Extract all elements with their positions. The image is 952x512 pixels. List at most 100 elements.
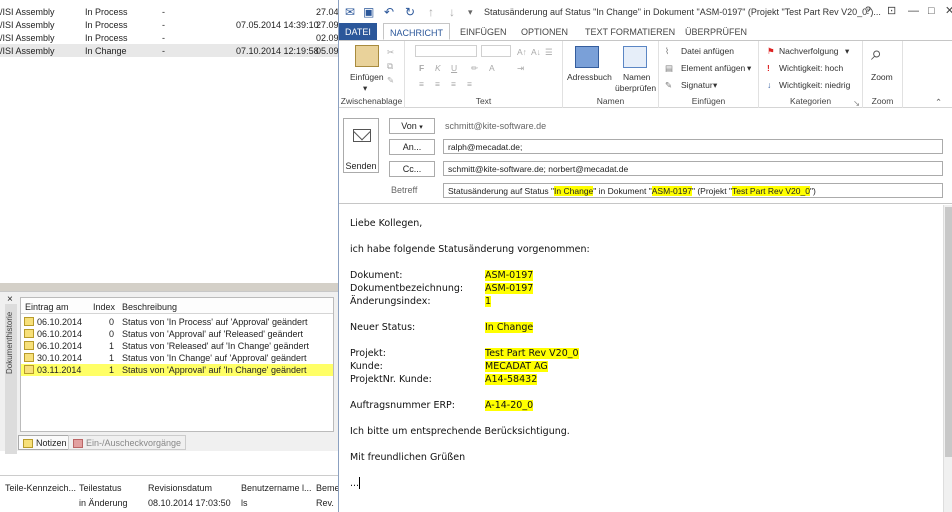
minimize-button[interactable]: — <box>908 4 919 18</box>
row-user: ls <box>241 498 248 508</box>
shrink-font-icon[interactable]: A↓ <box>531 47 541 57</box>
row-index: 1 <box>109 341 115 351</box>
row-index: 0 <box>109 329 115 339</box>
chevron-down-icon[interactable]: ▾ <box>845 46 849 57</box>
table-row[interactable]: 30.10.2014 1 Status von 'In Change' auf … <box>21 352 333 364</box>
send-button[interactable]: Senden <box>343 118 379 173</box>
indent-icon[interactable]: ⇥ <box>517 63 524 74</box>
font-name-dropdown[interactable] <box>415 45 477 57</box>
cut-icon[interactable]: ✂ <box>387 47 394 58</box>
font-color-icon[interactable]: A <box>489 63 495 73</box>
bold-button[interactable]: F <box>419 63 424 73</box>
ribbon: Einfügen ▾ ✂ ⧉ ✎ Zwischenablage A↑ A↓ ☰ … <box>339 40 952 108</box>
arrow-up-icon[interactable]: ↑ <box>428 5 434 19</box>
chevron-down-icon[interactable]: ▾ <box>713 80 717 91</box>
tab-checkin-checkout[interactable]: Ein-/Auscheckvorgänge <box>68 435 187 450</box>
scrollbar-thumb[interactable] <box>945 207 952 457</box>
to-button[interactable]: An... <box>389 139 435 155</box>
paste-button[interactable]: Einfügen <box>350 72 384 82</box>
save-icon[interactable]: ▣ <box>363 5 374 19</box>
column-header[interactable]: Revisionsdatum <box>148 483 212 493</box>
checkout-icon <box>73 439 83 448</box>
column-header-description[interactable]: Beschreibung <box>122 302 177 312</box>
justify-icon[interactable]: ≡ <box>467 79 472 89</box>
chevron-down-icon[interactable]: ▾ <box>747 63 751 74</box>
column-header[interactable]: Beme <box>316 483 340 493</box>
high-importance-button[interactable]: Wichtigkeit: hoch <box>779 63 843 73</box>
subject-field[interactable]: Statusänderung auf Status "In Change" in… <box>443 183 943 198</box>
customize-toolbar-icon[interactable]: ▾ <box>468 5 473 19</box>
cc-field[interactable]: schmitt@kite-software.de; norbert@mecada… <box>443 161 943 176</box>
copy-icon[interactable]: ⧉ <box>387 61 393 72</box>
tab-options[interactable]: OPTIONEN <box>515 23 574 40</box>
table-row[interactable]: 06.10.2014 0 Status von 'Approval' auf '… <box>21 328 333 340</box>
help-button[interactable]: ? <box>865 4 871 18</box>
list-item[interactable]: /ISI Assembly In Process - 07.05.2014 14… <box>0 18 340 31</box>
close-button[interactable]: ✕ <box>945 4 952 18</box>
format-painter-icon[interactable]: ✎ <box>387 75 394 86</box>
tab-message[interactable]: NACHRICHT <box>383 23 450 40</box>
font-size-dropdown[interactable] <box>481 45 511 57</box>
low-importance-button[interactable]: Wichtigkeit: niedrig <box>779 80 850 90</box>
subject-text: " in Dokument " <box>593 186 652 196</box>
list-item[interactable]: /ISI Assembly In Process - 02.09 <box>0 31 340 44</box>
cc-button[interactable]: Cc... <box>389 161 435 177</box>
message-body[interactable]: Liebe Kollegen, ich habe folgende Status… <box>339 205 943 512</box>
splitter[interactable] <box>0 283 338 291</box>
underline-button[interactable]: U <box>451 63 457 73</box>
align-left-icon[interactable]: ≡ <box>419 79 424 89</box>
tab-notes[interactable]: Notizen <box>18 435 72 450</box>
column-header-index[interactable]: Index <box>93 302 115 312</box>
grow-font-icon[interactable]: A↑ <box>517 47 527 57</box>
tab-format-text[interactable]: TEXT FORMATIEREN <box>579 23 681 40</box>
magnifier-icon: ⌕ <box>871 43 883 65</box>
column-header[interactable]: Teile-Kennzeich... <box>5 483 76 493</box>
redo-icon[interactable]: ↻ <box>405 5 415 19</box>
row-status: in Änderung <box>79 498 128 508</box>
tab-insert[interactable]: EINFÜGEN <box>454 23 513 40</box>
tab-file[interactable]: DATEI <box>339 23 377 40</box>
field-label: Dokumentbezeichnung: <box>350 283 464 294</box>
paste-dropdown-icon[interactable]: ▾ <box>363 83 367 94</box>
check-names-button-line2[interactable]: überprüfen <box>615 83 656 93</box>
align-center-icon[interactable]: ≡ <box>435 79 440 89</box>
table-row[interactable]: 06.10.2014 1 Status von 'Released' auf '… <box>21 340 333 352</box>
field-value: ASM-0197 <box>485 283 534 294</box>
part-status: In Process <box>85 6 128 17</box>
greeting: Liebe Kollegen, <box>350 218 423 229</box>
attach-file-button[interactable]: Datei anfügen <box>681 46 734 56</box>
from-button[interactable]: Von ▾ <box>389 118 435 134</box>
column-header[interactable]: Benutzername l... <box>241 483 312 493</box>
column-header[interactable]: Teilestatus <box>79 483 122 493</box>
collapse-ribbon-icon[interactable]: ⌃ <box>935 97 942 108</box>
addressbook-button[interactable]: Adressbuch <box>567 72 612 82</box>
undo-icon[interactable]: ↶ <box>384 5 394 19</box>
italic-button[interactable]: K <box>435 63 441 73</box>
column-header-date[interactable]: Eintrag am <box>25 302 69 312</box>
table-row[interactable]: 06.10.2014 0 Status von 'In Process' auf… <box>21 316 333 328</box>
vertical-scrollbar[interactable] <box>943 205 952 512</box>
check-names-button-line1[interactable]: Namen <box>623 72 650 82</box>
list-item-selected[interactable]: /ISI Assembly In Change - 07.10.2014 12:… <box>0 44 340 57</box>
align-right-icon[interactable]: ≡ <box>451 79 456 89</box>
history-side-tab[interactable]: Dokumenthistorie <box>5 304 17 454</box>
maximize-button[interactable]: □ <box>928 4 935 18</box>
followup-button[interactable]: Nachverfolgung <box>779 46 839 56</box>
attach-item-button[interactable]: Element anfügen <box>681 63 745 73</box>
ribbon-display-button[interactable]: ⊡ <box>887 4 896 18</box>
tab-review[interactable]: ÜBERPRÜFEN <box>679 23 753 40</box>
history-tabs: Notizen Ein-/Auscheckvorgänge <box>18 433 338 451</box>
signature-button[interactable]: Signatur <box>681 80 713 90</box>
row-date: 06.10.2014 <box>37 329 83 339</box>
list-item[interactable]: /ISI Assembly In Process - 27.04 <box>0 5 340 18</box>
group-label: Text <box>475 96 492 106</box>
zoom-button[interactable]: Zoom <box>871 72 893 82</box>
flag-icon: ⚑ <box>767 46 775 56</box>
bullets-icon[interactable]: ☰ <box>545 47 553 58</box>
to-field[interactable]: ralph@mecadat.de; <box>443 139 943 154</box>
table-row-highlighted[interactable]: 03.11.2014 1 Status von 'Approval' auf '… <box>21 364 333 376</box>
arrow-down-icon[interactable]: ↓ <box>449 5 455 19</box>
highlight-icon[interactable]: ✏ <box>471 63 478 74</box>
history-table: Eintrag am Index Beschreibung 06.10.2014… <box>20 297 334 432</box>
signature-icon: ✎ <box>665 80 673 90</box>
